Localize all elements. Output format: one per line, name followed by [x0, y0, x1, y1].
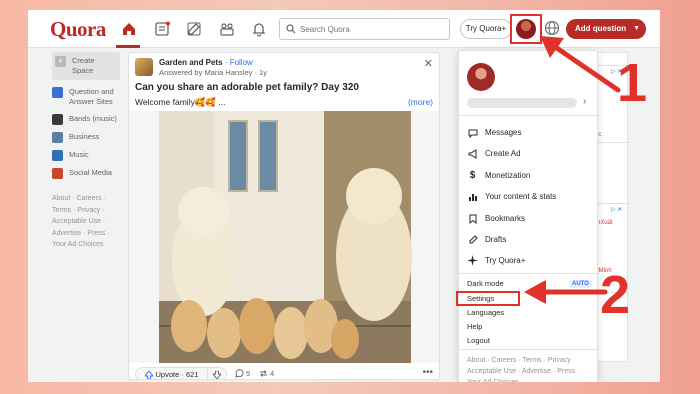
sidebar-item-business[interactable]: Business: [52, 132, 120, 143]
plus-icon: +: [55, 56, 66, 67]
menu-item-label: Drafts: [485, 235, 507, 244]
menu-item-create-ad[interactable]: Create Ad: [467, 148, 521, 159]
home-icon[interactable]: [118, 18, 140, 40]
space-icon: [52, 114, 63, 125]
sidebar-item-label: Question and Answer Sites: [69, 87, 114, 106]
notifications-bell-icon[interactable]: [248, 18, 270, 40]
comments-count: 5: [246, 369, 251, 378]
sidebar-footer-links[interactable]: About · Careers · Terms · Privacy · Acce…: [52, 193, 120, 251]
space-icon: [52, 87, 63, 98]
ad-choices-icon[interactable]: ▷ ✕: [611, 206, 622, 213]
menu-avatar[interactable]: [467, 63, 495, 91]
share-icon: [260, 370, 267, 377]
sidebar-item-label: Bands (music): [69, 114, 117, 123]
ad-text: nXuất: [597, 220, 613, 226]
sidebar-item-label: Social Media: [69, 168, 112, 177]
comments-button[interactable]: 5: [235, 369, 250, 378]
annotation-arrow-2: [524, 280, 608, 304]
dollar-icon: $: [469, 170, 476, 181]
menu-item-monetization[interactable]: $ Monetization: [467, 170, 531, 181]
downvote-arrow-icon: [212, 370, 222, 379]
space-icon: [52, 132, 63, 143]
drafts-icon: [467, 234, 478, 245]
answer-attribution[interactable]: Answered by Maria Hansley · 1y: [159, 68, 267, 77]
try-quora-plus-button[interactable]: Try Quora+: [460, 19, 512, 39]
upvote-arrow-icon: [144, 370, 153, 379]
highlight-box-settings: [456, 291, 520, 306]
sidebar-item-bands-music[interactable]: Bands (music): [52, 114, 120, 125]
menu-item-languages[interactable]: Languages: [467, 308, 504, 317]
menu-footer-links[interactable]: About · Careers · Terms · Privacy · Acce…: [467, 355, 595, 382]
profile-name-redacted[interactable]: [467, 98, 577, 108]
stats-icon: [467, 191, 478, 202]
menu-item-label: Create Ad: [485, 149, 521, 158]
spaces-icon[interactable]: [216, 18, 238, 40]
feed-post-card: Garden and Pets · Follow Answered by Mar…: [128, 52, 440, 380]
menu-item-drafts[interactable]: Drafts: [467, 234, 506, 245]
annotation-step-2: 2: [600, 265, 631, 325]
upvote-group: Upvote · 621: [135, 367, 227, 379]
home-active-indicator: [116, 45, 140, 48]
search-input[interactable]: [300, 22, 445, 37]
close-icon[interactable]: ✕: [424, 57, 433, 70]
sidebar-item-question-and-answer-sites[interactable]: Question and Answer Sites: [52, 87, 120, 107]
menu-item-bookmarks[interactable]: Bookmarks: [467, 213, 525, 224]
messages-icon: [467, 127, 478, 138]
read-more-link[interactable]: (more): [408, 97, 433, 107]
menu-item-label: Messages: [485, 128, 522, 137]
post-photo[interactable]: [129, 111, 439, 363]
menu-item-label: Your content & stats: [485, 192, 557, 201]
answer-preview-text: Welcome family🥰🥰 ...: [135, 97, 226, 107]
search-box[interactable]: [279, 18, 450, 40]
sidebar-item-label: Business: [69, 132, 100, 141]
sparkle-icon: [467, 255, 478, 266]
menu-item-label: Bookmarks: [485, 214, 526, 223]
answer-icon[interactable]: [183, 18, 205, 40]
question-title[interactable]: Can you share an adorable pet family? Da…: [135, 82, 359, 93]
bookmark-icon: [467, 213, 478, 224]
comment-icon: [235, 369, 244, 378]
chevron-down-icon[interactable]: ▼: [633, 19, 640, 39]
space-icon: [52, 150, 63, 161]
shares-count: 4: [270, 369, 275, 378]
following-icon[interactable]: [151, 18, 173, 40]
upvote-button[interactable]: Upvote · 621: [136, 368, 208, 379]
menu-item-logout[interactable]: Logout: [467, 336, 490, 345]
menu-item-dark-mode[interactable]: Dark mode: [467, 279, 504, 288]
menu-item-label: Monetization: [485, 171, 531, 180]
share-button[interactable]: 4: [259, 369, 274, 378]
left-sidebar: + Create Space Question and Answer Sites…: [52, 52, 120, 251]
downvote-button[interactable]: [208, 368, 226, 379]
menu-divider: [459, 349, 599, 350]
follow-link[interactable]: · Follow: [223, 58, 253, 67]
sidebar-item-label: Create Space: [72, 56, 95, 75]
megaphone-icon: [467, 148, 478, 159]
space-title-line: Garden and Pets · Follow: [159, 58, 253, 67]
upvote-label: Upvote · 621: [155, 370, 199, 379]
menu-item-label: Try Quora+: [485, 256, 526, 265]
sidebar-item-create-space[interactable]: + Create Space: [52, 52, 120, 80]
menu-divider: [459, 115, 599, 116]
sidebar-item-music[interactable]: Music: [52, 150, 120, 161]
annotation-arrow-1: [540, 36, 621, 93]
space-name-link[interactable]: Garden and Pets: [159, 58, 223, 67]
post-actions-bar: Upvote · 621 5 4 •••: [129, 365, 439, 379]
search-icon: [286, 24, 296, 34]
sidebar-item-social-media[interactable]: Social Media: [52, 168, 120, 179]
quora-logo[interactable]: Quora: [50, 17, 106, 42]
menu-item-your-content-stats[interactable]: Your content & stats: [467, 191, 556, 202]
dog-family-image: [129, 111, 439, 363]
space-avatar[interactable]: [135, 58, 153, 76]
menu-item-messages[interactable]: Messages: [467, 127, 521, 138]
annotation-step-1: 1: [617, 53, 648, 113]
more-options-icon[interactable]: •••: [422, 367, 433, 378]
profile-dropdown-menu: › Messages Create Ad $ Monetization Your…: [456, 50, 599, 382]
menu-item-help[interactable]: Help: [467, 322, 482, 331]
space-icon: [52, 168, 63, 179]
menu-item-try-quora-plus[interactable]: Try Quora+: [467, 255, 525, 266]
sidebar-item-label: Music: [69, 150, 89, 159]
